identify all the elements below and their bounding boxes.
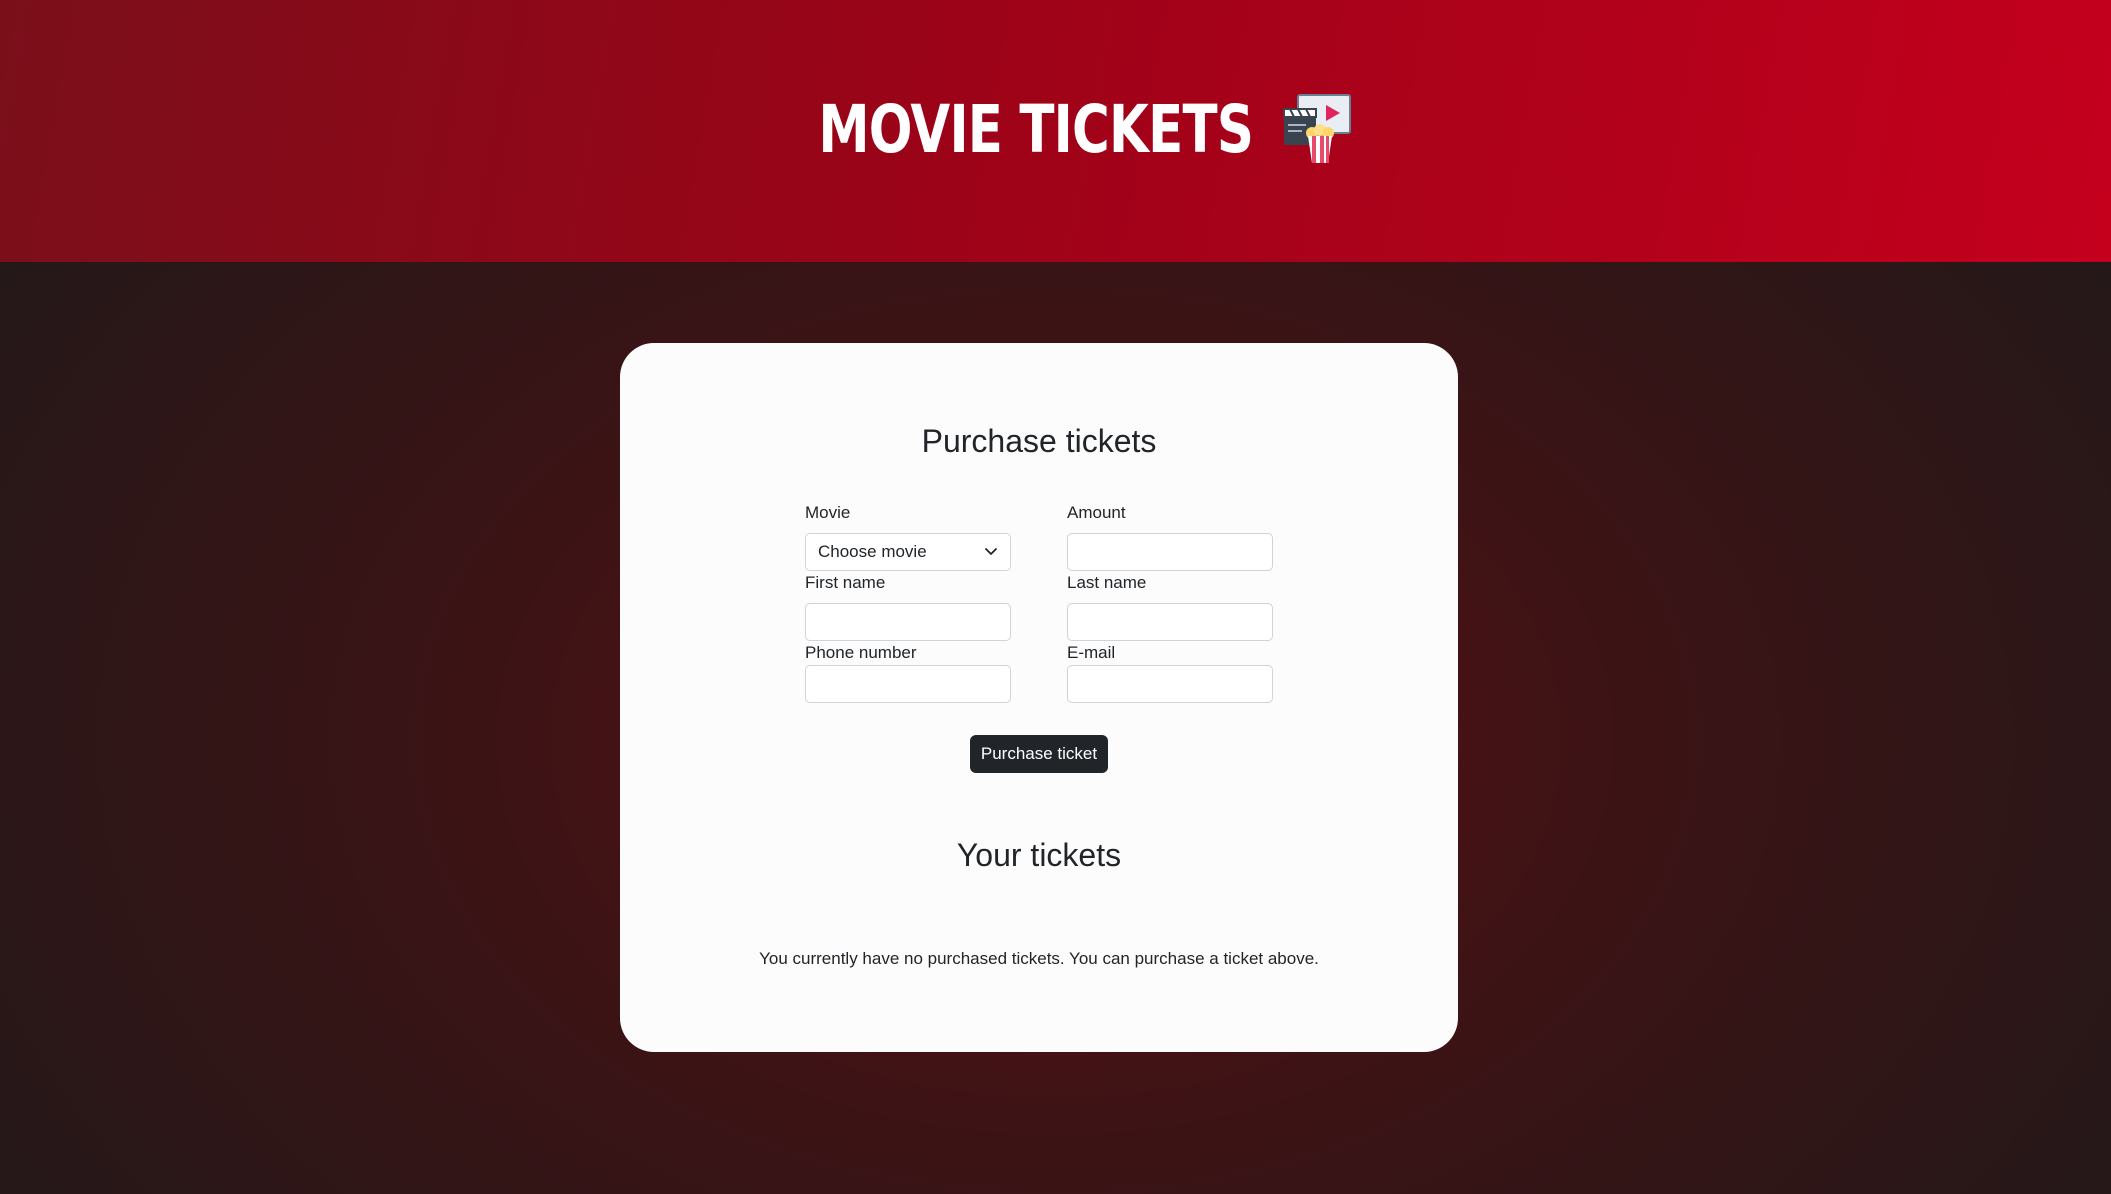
amount-label: Amount bbox=[1067, 503, 1126, 522]
chevron-down-icon bbox=[985, 548, 997, 555]
purchase-ticket-button[interactable]: Purchase ticket bbox=[970, 735, 1108, 773]
first-name-input[interactable] bbox=[805, 603, 1011, 641]
first-name-label: First name bbox=[805, 573, 886, 592]
movie-label: Movie bbox=[805, 503, 851, 522]
page-header: MOVIE TICKETS bbox=[0, 0, 2111, 262]
page-title: MOVIE TICKETS bbox=[818, 90, 1254, 168]
last-name-input[interactable] bbox=[1067, 603, 1273, 641]
email-label: E-mail bbox=[1067, 643, 1116, 662]
title-row: MOVIE TICKETS bbox=[0, 84, 2111, 174]
email-input[interactable] bbox=[1067, 665, 1273, 703]
empty-tickets-message: You currently have no purchased tickets.… bbox=[759, 949, 1319, 968]
phone-label: Phone number bbox=[805, 643, 917, 662]
last-name-label: Last name bbox=[1067, 573, 1147, 592]
cinema-popcorn-icon bbox=[1282, 93, 1354, 165]
ticket-card: Purchase tickets Movie Choose movie Amou… bbox=[620, 343, 1458, 1052]
your-tickets-heading: Your tickets bbox=[956, 837, 1122, 873]
purchase-heading: Purchase tickets bbox=[921, 423, 1157, 459]
movie-select[interactable]: Choose movie bbox=[805, 533, 1011, 571]
movie-select-value: Choose movie bbox=[818, 542, 927, 561]
phone-input[interactable] bbox=[805, 665, 1011, 703]
amount-input[interactable] bbox=[1067, 533, 1273, 571]
